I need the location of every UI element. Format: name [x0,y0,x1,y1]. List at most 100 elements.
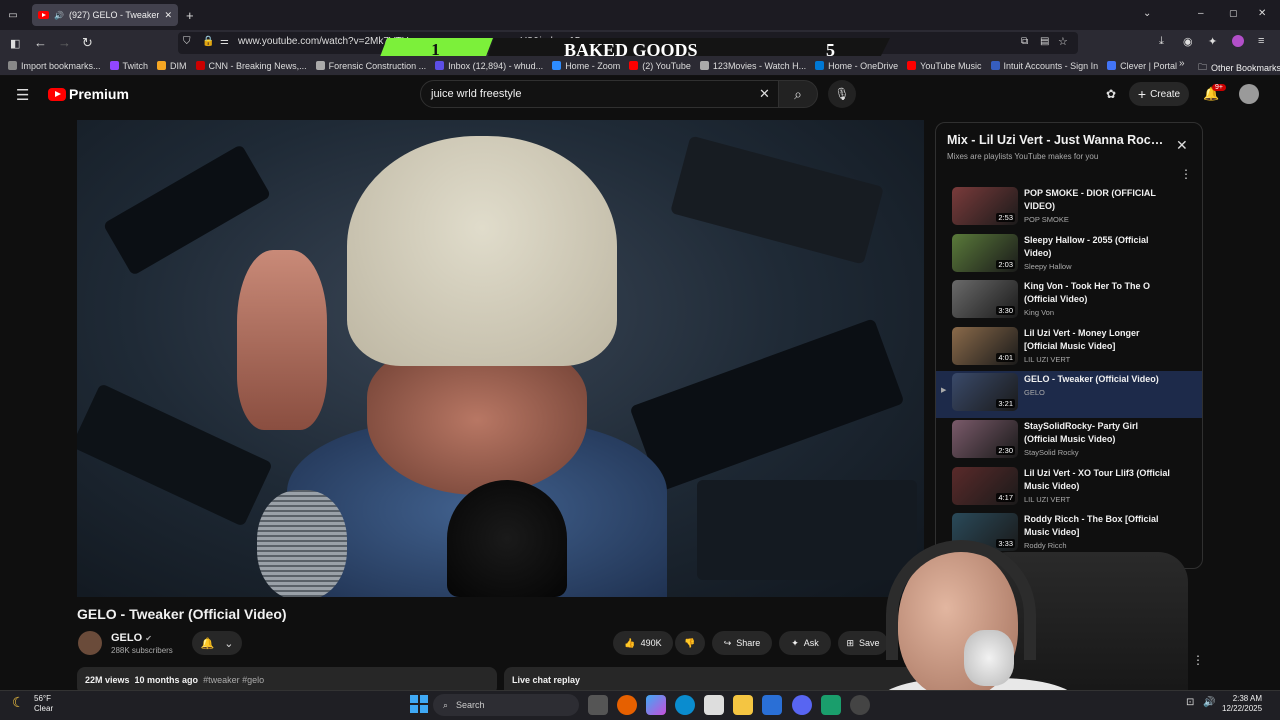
bookmark-item[interactable]: DIM [157,61,187,71]
app-icon[interactable] [821,695,841,715]
volume-icon[interactable]: 🔊 [1203,697,1215,708]
playlist-thumbnail[interactable]: 4:01 [952,326,1018,365]
subscription-bell-button[interactable]: 🔔 ⌄ [192,631,242,655]
obs-icon[interactable] [850,695,870,715]
avatar[interactable] [1239,84,1259,104]
playlist-thumbnail[interactable]: 3:30 [952,280,1018,319]
back-icon[interactable]: ← [34,35,47,50]
sparkle-icon: ✦ [791,637,799,648]
taskbar-clock[interactable]: 2:38 AM 12/22/2025 [1222,694,1262,714]
playlist-thumbnail[interactable]: 4:17 [952,466,1018,505]
bookmark-item[interactable]: Import bookmarks... [8,61,101,71]
permissions-icon[interactable]: ⚌ [220,36,229,47]
playlist-thumbnail[interactable]: 3:21 [952,373,1018,412]
bookmarks-overflow-icon[interactable]: » [1179,58,1185,69]
bookmark-item[interactable]: Forensic Construction ... [315,61,426,71]
mail-icon[interactable] [762,695,782,715]
playlist-item-channel: LIL UZI VERT [1024,494,1071,504]
maximize-icon[interactable]: ▢ [1229,8,1238,19]
playlist-item-text: King Von - Took Her To The O (Official V… [1024,280,1174,325]
create-button[interactable]: + Create [1129,82,1189,106]
channel-avatar[interactable] [78,631,102,655]
bookmark-item[interactable]: Intuit Accounts - Sign In [990,61,1098,71]
channel-name[interactable]: GELO ✔ [111,632,152,644]
minimize-icon[interactable]: – [1198,8,1204,19]
playlist-item-channel: GELO [1024,388,1045,398]
clear-search-icon[interactable]: ✕ [759,86,770,102]
bookmark-star-icon[interactable]: ☆ [1058,35,1068,48]
playlist-thumbnail[interactable]: 2:53 [952,187,1018,225]
file-explorer-icon[interactable] [733,695,753,715]
dislike-button[interactable]: 👎 [675,631,705,655]
bookmark-item[interactable]: Home - Zoom [552,61,620,71]
extension-avatar-icon[interactable] [1232,35,1244,47]
network-icon[interactable]: ⊡ [1186,697,1194,708]
share-button[interactable]: ↪ Share [712,631,772,655]
reload-icon[interactable]: ↻ [82,35,93,51]
playlist-item[interactable]: 4:01 Lil Uzi Vert - Money Longer [Officia… [936,325,1202,372]
playlist-item[interactable]: ▶ 3:21 GELO - Tweaker (Official Video) GELO [936,371,1202,418]
new-tab-icon[interactable]: + [186,8,194,23]
voice-search-button[interactable]: 🎙 [828,80,856,108]
bookmark-item[interactable]: YouTube Music [907,61,982,71]
studio-icon[interactable]: ✿ [1106,87,1116,101]
firefox-icon[interactable] [617,695,637,715]
playlist-thumbnail[interactable]: 2:30 [952,419,1018,458]
tab-list-icon[interactable]: ▭ [6,8,20,22]
playlist-item[interactable]: 3:30 King Von - Took Her To The O (Offici… [936,278,1202,325]
bookmark-item[interactable]: Clever | Portal [1107,61,1177,71]
chevron-down-icon[interactable]: ⌄ [1143,8,1151,19]
browser-tab-active[interactable]: 🔊 (927) GELO - Tweaker (Offici ✕ [32,4,178,26]
hamburger-menu-icon[interactable]: ☰ [16,86,29,104]
bookmark-item[interactable]: Inbox (12,894) - whud... [435,61,543,71]
search-input[interactable]: juice wrld freestyle [420,80,782,108]
bookmark-item[interactable]: CNN - Breaking News,... [195,61,307,71]
task-view-icon[interactable] [588,695,608,715]
tab-title: (927) GELO - Tweaker (Offici [68,10,160,20]
lock-icon: 🔒 [202,36,215,47]
other-bookmarks[interactable]: 🗀 Other Bookmarks [1198,60,1280,76]
bookmark-item[interactable]: Twitch [109,61,148,71]
playlist-panel: Mix - Lil Uzi Vert - Just Wanna Rockstar… [935,122,1203,569]
sidebar-toggle-icon[interactable]: ◧ [10,37,20,50]
bookmark-item[interactable]: (2) YouTube [629,61,691,71]
playlist-item[interactable]: 2:53 POP SMOKE - DIOR (OFFICIAL VIDEO) POP… [936,185,1202,232]
playlist-item[interactable]: 4:17 Lil Uzi Vert - XO Tour Llif3 (Offici… [936,465,1202,512]
weather-widget[interactable]: 56°F Clear [34,694,53,714]
close-playlist-icon[interactable]: ✕ [1176,137,1188,154]
menu-icon[interactable]: ≡ [1258,35,1264,47]
account-icon[interactable]: ◉ [1183,35,1193,48]
windows-start-icon[interactable] [410,695,428,713]
shield-icon[interactable]: ⛉ [183,36,191,47]
video-player[interactable] [77,120,924,597]
playlist-item-title: Roddy Ricch - The Box [Official Music Vi… [1024,514,1159,538]
folder-icon: 🗀 [1198,62,1208,72]
ask-button[interactable]: ✦ Ask [779,631,831,655]
bookmark-favicon-icon [8,61,17,70]
extensions-icon[interactable]: ✦ [1208,35,1217,48]
bookmark-item[interactable]: Home - OneDrive [815,61,898,71]
youtube-premium-logo[interactable]: Premium [48,86,129,102]
bookmark-item[interactable]: 123Movies - Watch H... [699,61,806,71]
like-button[interactable]: 👍 490K [613,631,673,655]
playlist-item[interactable]: 2:30 StaySolidRocky- Party Girl (Official… [936,418,1202,465]
playlist-thumbnail[interactable]: 2:03 [952,233,1018,272]
edge-icon[interactable] [675,695,695,715]
bookmark-favicon-icon [1107,61,1117,70]
screenshot-icon[interactable]: ⧉ [1021,36,1028,47]
discord-icon[interactable] [792,695,812,715]
copilot-icon[interactable] [646,695,666,715]
downloads-icon[interactable]: ⤓ [1159,35,1164,48]
video-scene-microphone [447,480,567,597]
reader-view-icon[interactable]: ▤ [1040,36,1049,47]
playlist-item-title: Lil Uzi Vert - Money Longer [Official Mu… [1024,327,1140,351]
search-button[interactable]: ⌕ [778,80,818,108]
playlist-item[interactable]: 2:03 Sleepy Hallow - 2055 (Official Video… [936,232,1202,279]
store-icon[interactable] [704,695,724,715]
close-tab-icon[interactable]: ✕ [164,10,172,21]
more-options-icon[interactable]: ⋮ [1180,167,1192,181]
video-scene-face [367,345,587,495]
forward-icon[interactable]: → [58,35,71,50]
close-window-icon[interactable]: ✕ [1258,8,1266,19]
taskbar-search[interactable]: ⌕ Search [433,694,579,716]
